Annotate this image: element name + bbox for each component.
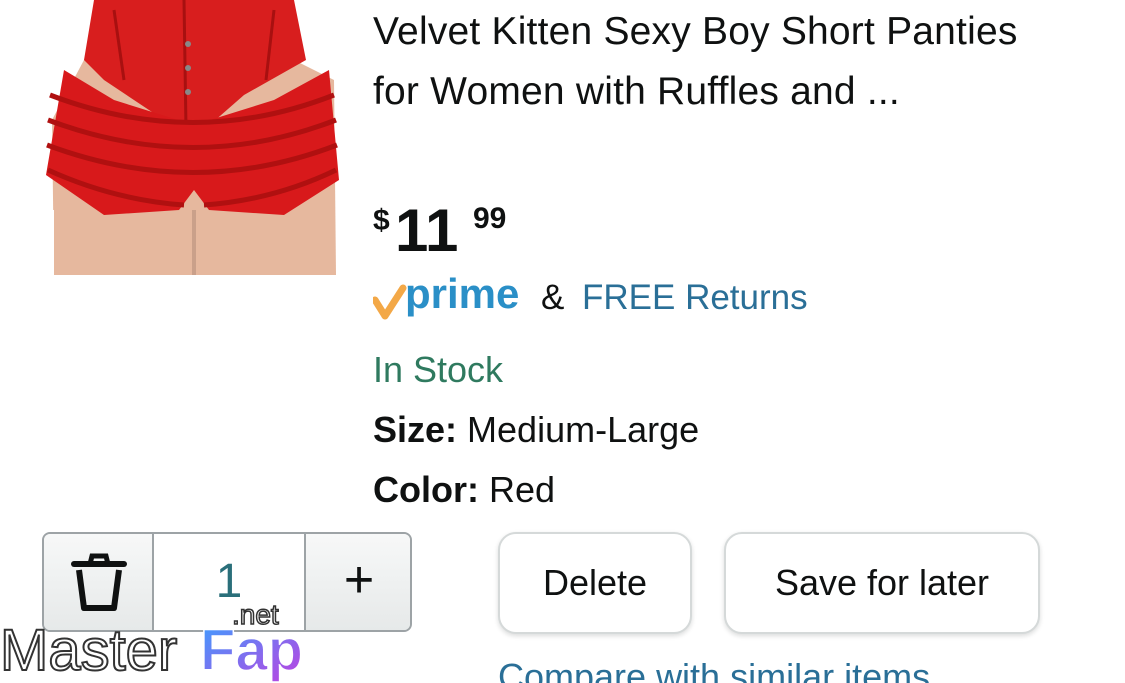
product-photo-illustration <box>44 0 340 275</box>
site-watermark-logo: .net Master Fap <box>0 600 304 683</box>
save-for-later-button[interactable]: Save for later <box>724 532 1040 634</box>
size-value: Medium-Large <box>467 409 700 450</box>
color-attribute: Color: Red <box>373 469 555 511</box>
watermark-brand-a: Master <box>0 618 177 683</box>
watermark-brand-b: Fap <box>200 618 303 683</box>
increase-quantity-button[interactable]: + <box>306 534 410 630</box>
product-image[interactable] <box>44 0 340 275</box>
stock-status: In Stock <box>373 349 504 390</box>
free-returns-link[interactable]: FREE Returns <box>582 278 808 318</box>
price-fraction: 99 <box>473 202 507 235</box>
color-value: Red <box>489 469 556 510</box>
color-label: Color: <box>373 469 479 510</box>
prime-label: prime <box>405 270 519 317</box>
size-label: Size: <box>373 409 458 450</box>
price-symbol: $ <box>373 204 390 237</box>
price-whole: 11 <box>395 197 459 264</box>
compare-similar-link[interactable]: Compare with similar items <box>498 656 930 683</box>
prime-logo-icon: prime <box>373 270 519 320</box>
prime-row: prime & FREE Returns <box>373 270 893 330</box>
delete-button[interactable]: Delete <box>498 532 692 634</box>
ampersand: & <box>541 278 565 317</box>
size-attribute: Size: Medium-Large <box>373 409 699 451</box>
product-title[interactable]: Velvet Kitten Sexy Boy Short Panties for… <box>373 2 1073 122</box>
